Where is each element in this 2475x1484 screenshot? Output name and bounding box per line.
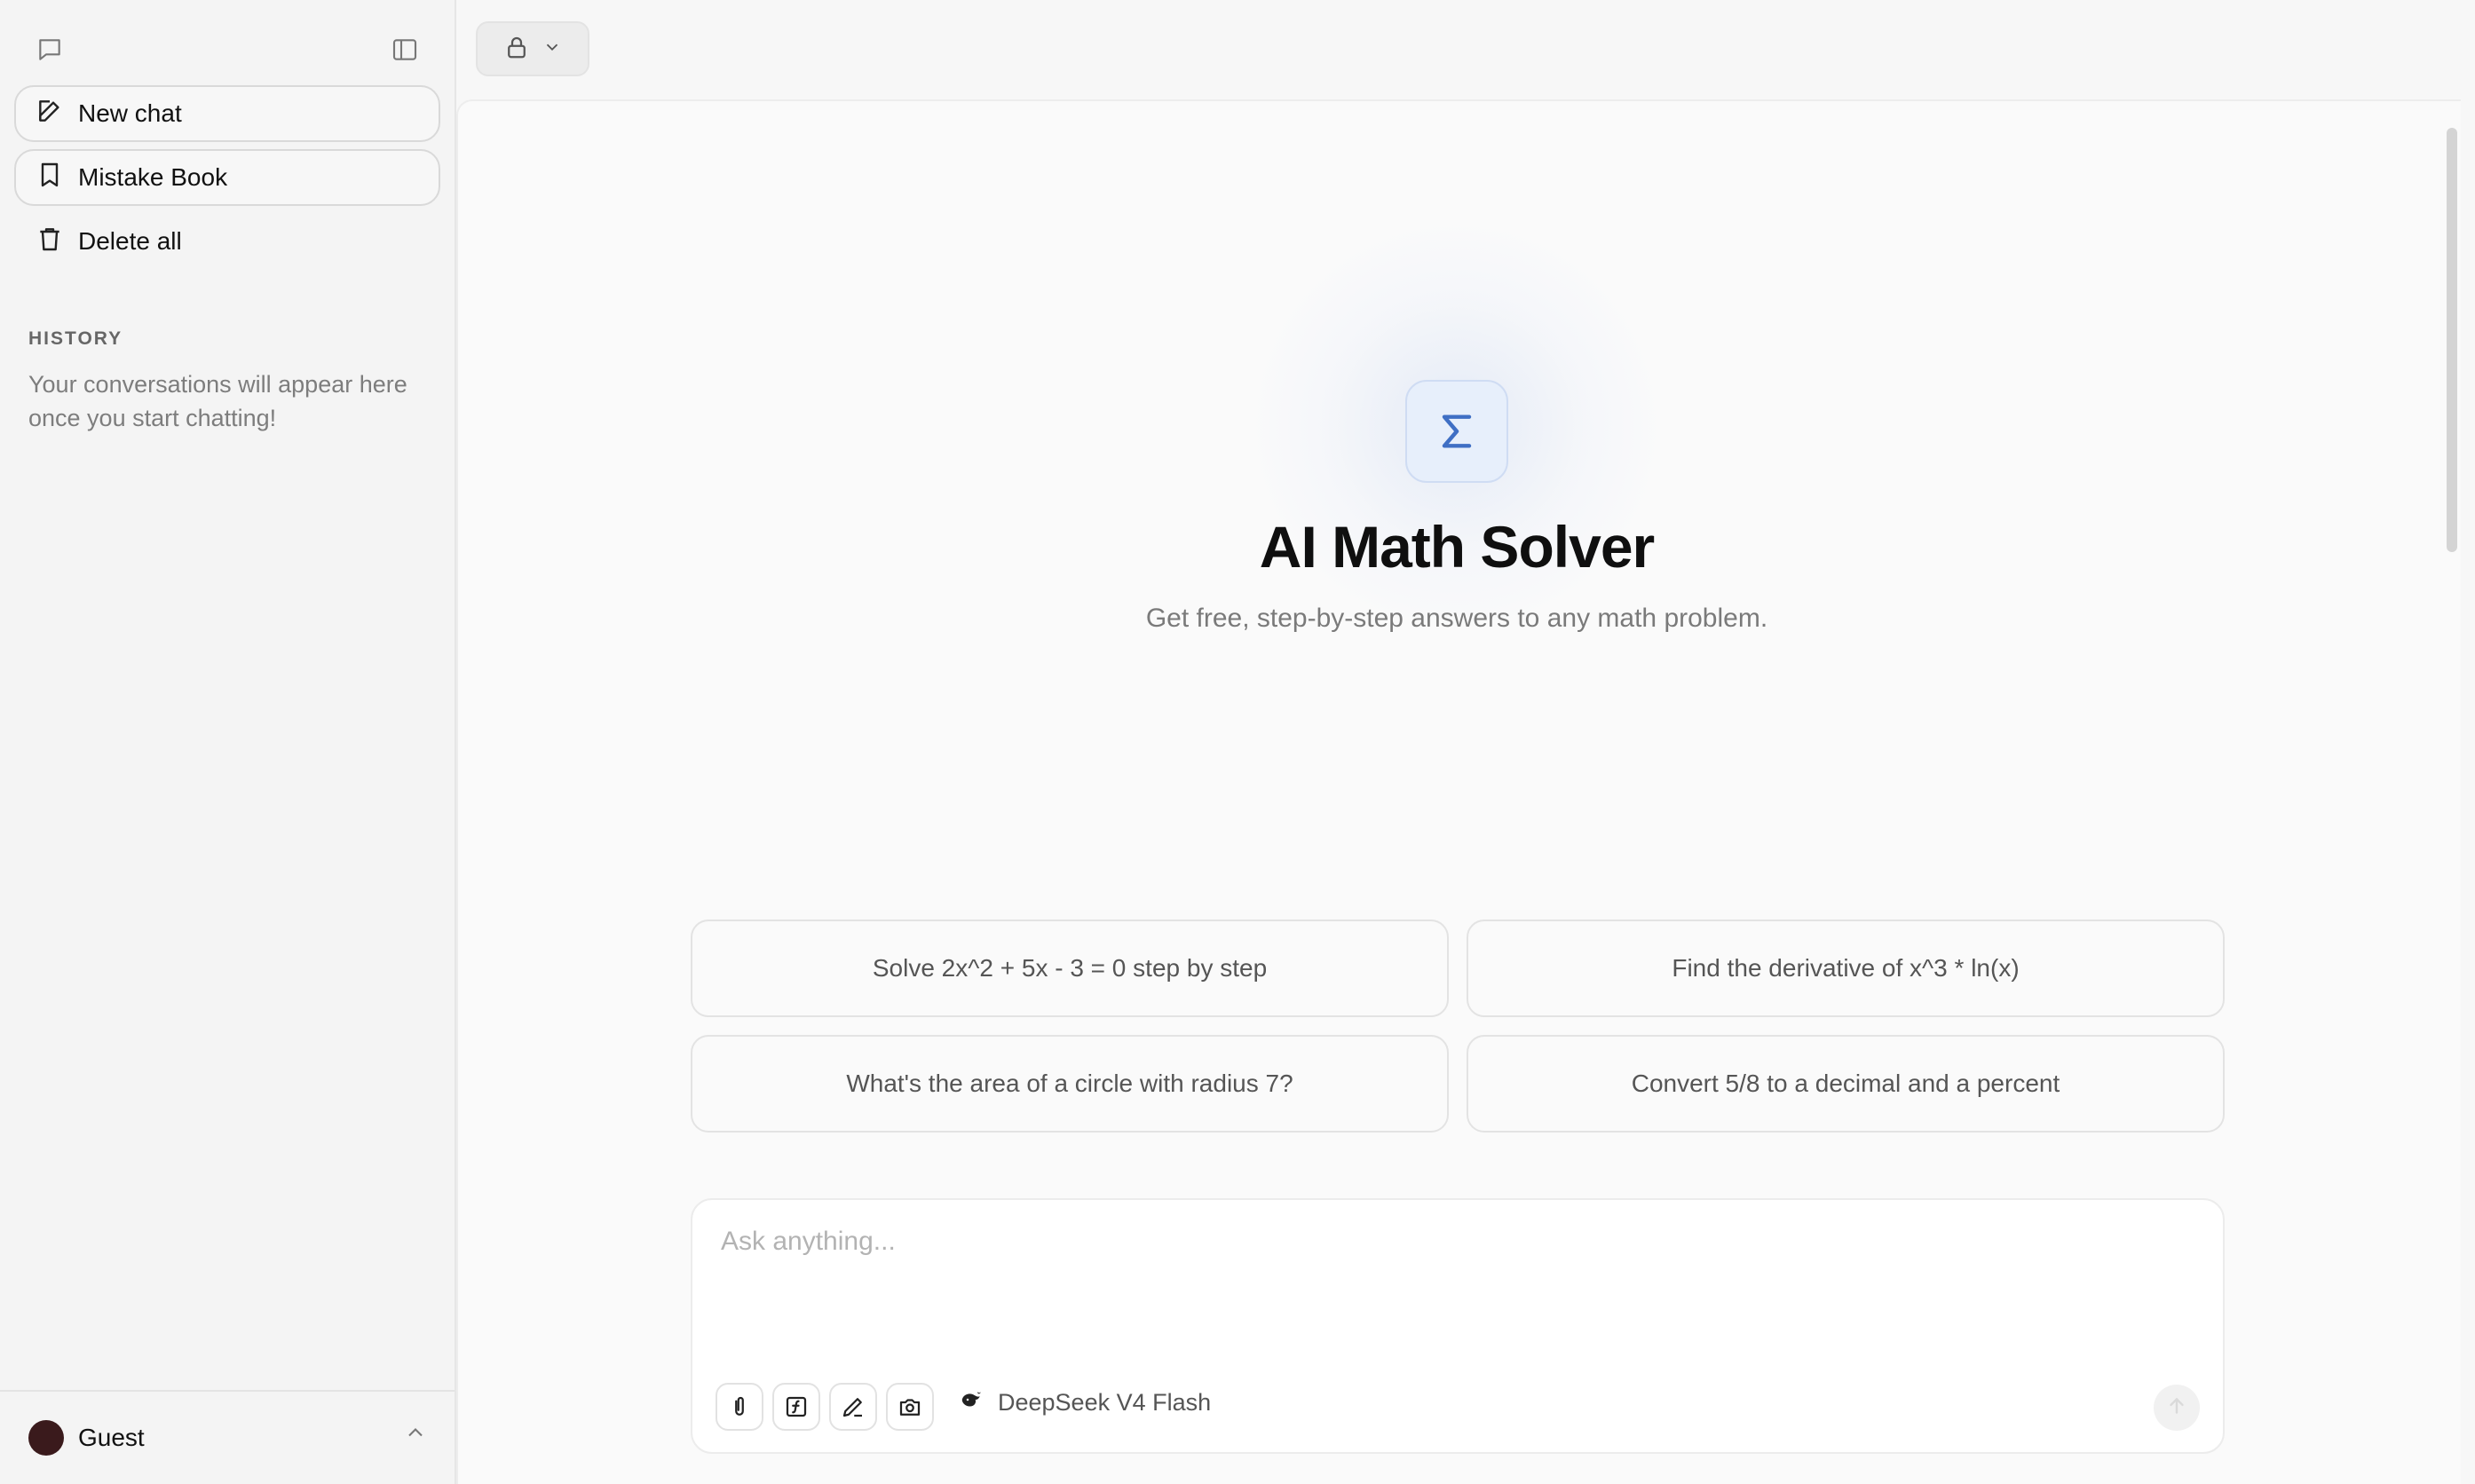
visibility-selector[interactable] [476,21,589,76]
sigma-icon [1405,380,1508,483]
page-title: AI Math Solver [1259,514,1655,580]
chevron-down-icon [542,37,562,61]
history-heading: HISTORY [28,328,123,349]
scrollbar[interactable] [2447,128,2457,552]
user-menu[interactable]: Guest [0,1390,455,1484]
avatar [28,1420,64,1456]
sidebar-top [27,27,428,71]
mistake-book-label: Mistake Book [78,163,228,191]
model-selector[interactable]: DeepSeek V4 Flash [959,1386,1211,1419]
delete-all-label: Delete all [78,227,182,255]
trash-icon [36,225,64,259]
bookmark-icon [36,161,64,195]
chat-composer: Ask anything... DeepSeek V4 Flash [691,1198,2225,1454]
model-name: DeepSeek V4 Flash [998,1389,1212,1416]
delete-all-button[interactable]: Delete all [14,213,440,270]
suggestion-card[interactable]: Solve 2x^2 + 5x - 3 = 0 step by step [691,920,1449,1017]
mistake-book-button[interactable]: Mistake Book [14,149,440,206]
send-button[interactable] [2154,1385,2200,1431]
page-subtitle: Get free, step-by-step answers to any ma… [1145,604,1768,633]
chat-bubble-icon[interactable] [27,27,73,73]
message-input[interactable]: Ask anything... [721,1227,896,1257]
suggestion-card[interactable]: What's the area of a circle with radius … [691,1035,1449,1133]
pencil-icon[interactable] [829,1383,877,1431]
user-name: Guest [78,1424,145,1451]
function-icon[interactable] [772,1383,820,1431]
arrow-up-icon [2165,1394,2188,1422]
toggle-sidebar-icon[interactable] [382,27,428,73]
new-chat-button[interactable]: New chat [14,85,440,142]
suggestion-card[interactable]: Find the derivative of x^3 * ln(x) [1467,920,2225,1017]
sidebar: New chat Mistake Book Delete all HISTORY… [0,0,456,1484]
camera-icon[interactable] [886,1383,934,1431]
lock-icon [503,34,530,65]
new-chat-label: New chat [78,99,182,127]
whale-icon [959,1386,985,1419]
history-empty-text: Your conversations will appear here once… [28,371,407,431]
chevron-up-icon[interactable] [403,1420,428,1449]
edit-icon [36,97,64,131]
paperclip-icon[interactable] [716,1383,763,1431]
suggestion-card[interactable]: Convert 5/8 to a decimal and a percent [1467,1035,2225,1133]
